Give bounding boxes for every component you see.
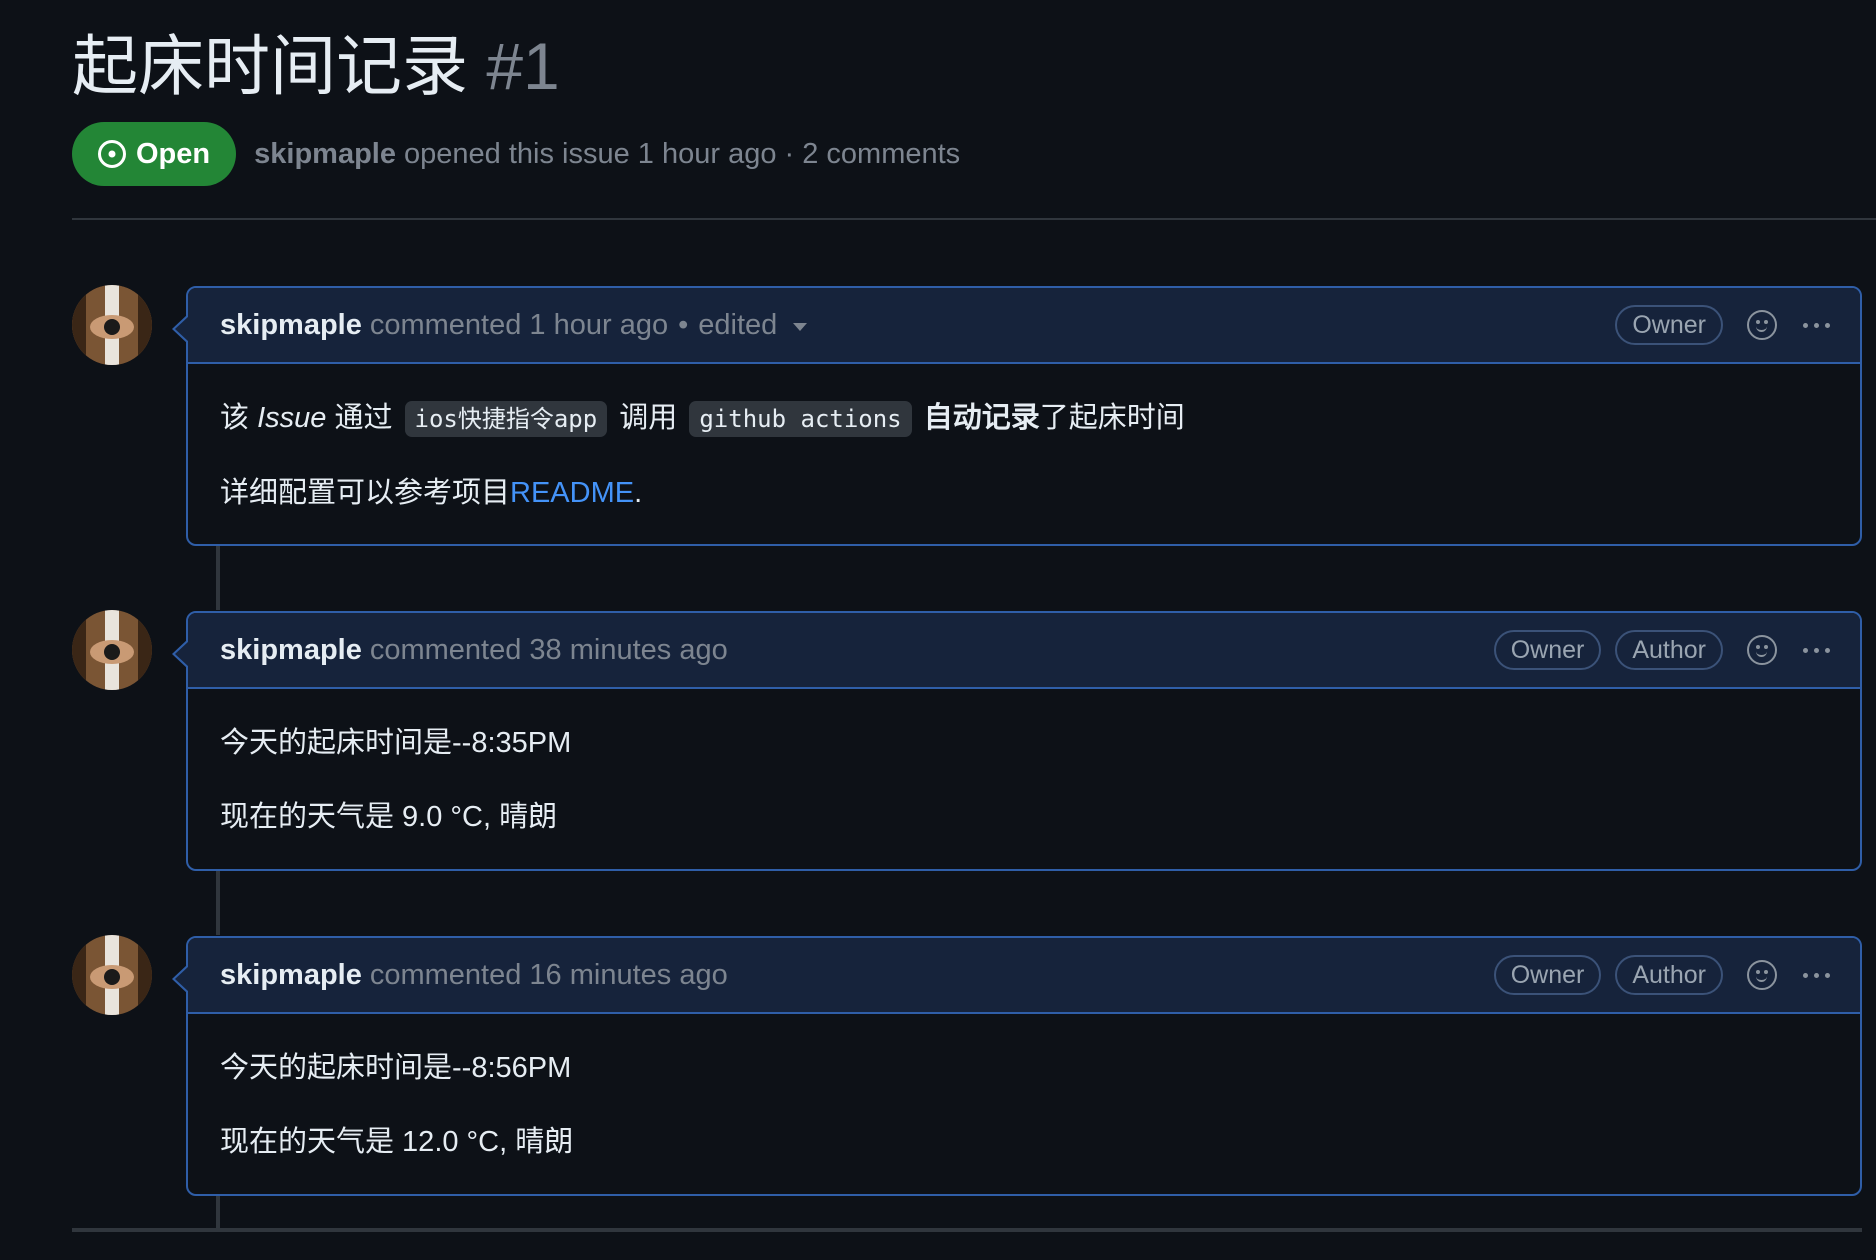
emphasis-text: Issue (257, 402, 327, 434)
comment-2: skipmaple commented 38 minutes ago Owner… (172, 611, 1862, 871)
inline-code: ios快捷指令app (404, 401, 608, 437)
comment-paragraph: 该 Issue 通过 ios快捷指令app 调用 github actions … (220, 398, 1828, 439)
avatar[interactable] (72, 610, 152, 690)
avatar-image (72, 935, 152, 1015)
comment-author-link[interactable]: skipmaple (220, 634, 362, 667)
comment-header: skipmaple commented 38 minutes ago Owner… (188, 613, 1860, 689)
owner-badge: Owner (1615, 305, 1723, 345)
comment-author-link[interactable]: skipmaple (220, 309, 362, 342)
comment-body: 今天的起床时间是--8:56PM 现在的天气是 12.0 °C, 晴朗 (188, 1014, 1860, 1162)
timeline-line (216, 1195, 220, 1228)
edited-label[interactable]: edited (698, 309, 777, 342)
smiley-icon[interactable] (1747, 635, 1777, 665)
issue-state-badge: Open (72, 122, 237, 186)
kebab-horizontal-icon[interactable] (1803, 322, 1830, 328)
comment-paragraph: 今天的起床时间是--8:35PM (220, 727, 572, 759)
comment-author-link[interactable]: skipmaple (220, 959, 362, 992)
comment-paragraph: 详细配置可以参考项目README. (220, 477, 643, 509)
issue-author-link[interactable]: skipmaple (254, 138, 396, 170)
comment-body: 该 Issue 通过 ios快捷指令app 调用 github actions … (188, 364, 1860, 513)
owner-badge: Owner (1493, 955, 1602, 995)
issue-number: #1 (486, 29, 560, 103)
avatar[interactable] (72, 285, 152, 365)
issue-state-label: Open (136, 137, 211, 170)
comment-3: skipmaple commented 16 minutes ago Owner… (172, 936, 1862, 1196)
comment-timestamp[interactable]: commented 38 minutes ago (370, 634, 728, 667)
issue-title-text: 起床时间记录 (72, 29, 468, 103)
comment-timestamp[interactable]: commented 1 hour ago (370, 309, 668, 342)
author-badge: Author (1615, 630, 1723, 670)
owner-badge: Owner (1493, 630, 1602, 670)
issue-title: 起床时间记录 #1 (72, 26, 560, 106)
comment-paragraph: 现在的天气是 12.0 °C, 晴朗 (220, 1126, 574, 1158)
comment-header: skipmaple commented 1 hour ago • edited … (188, 288, 1860, 364)
comment-paragraph: 今天的起床时间是--8:56PM (220, 1052, 572, 1084)
author-badge: Author (1615, 955, 1723, 995)
timeline-line (216, 870, 220, 935)
comment-timestamp[interactable]: commented 16 minutes ago (370, 959, 728, 992)
inline-code: github actions (689, 401, 912, 437)
issue-opened-text: skipmaple opened this issue 1 hour ago ·… (254, 138, 960, 171)
readme-link[interactable]: README (510, 477, 634, 509)
comment-paragraph: 现在的天气是 9.0 °C, 晴朗 (220, 801, 558, 833)
issue-meta: Open skipmaple opened this issue 1 hour … (72, 122, 960, 186)
comment-1: skipmaple commented 1 hour ago • edited … (172, 286, 1862, 546)
kebab-horizontal-icon[interactable] (1803, 647, 1830, 653)
kebab-horizontal-icon[interactable] (1803, 972, 1830, 978)
separator-dot: • (678, 308, 689, 341)
timeline-line (216, 545, 220, 610)
issue-opened-detail: opened this issue 1 hour ago · 2 comment… (404, 137, 961, 170)
bottom-divider (72, 1228, 1862, 1232)
issue-opened-icon (98, 140, 126, 168)
avatar-image (72, 285, 152, 365)
smiley-icon[interactable] (1747, 960, 1777, 990)
comment-header: skipmaple commented 16 minutes ago Owner… (188, 938, 1860, 1014)
comment-body: 今天的起床时间是--8:35PM 现在的天气是 9.0 °C, 晴朗 (188, 689, 1860, 837)
smiley-icon[interactable] (1747, 310, 1777, 340)
bold-text: 自动记录 (923, 402, 1040, 434)
avatar[interactable] (72, 935, 152, 1015)
caret-down-icon[interactable] (793, 323, 808, 331)
avatar-image (72, 610, 152, 690)
header-divider (72, 218, 1876, 220)
